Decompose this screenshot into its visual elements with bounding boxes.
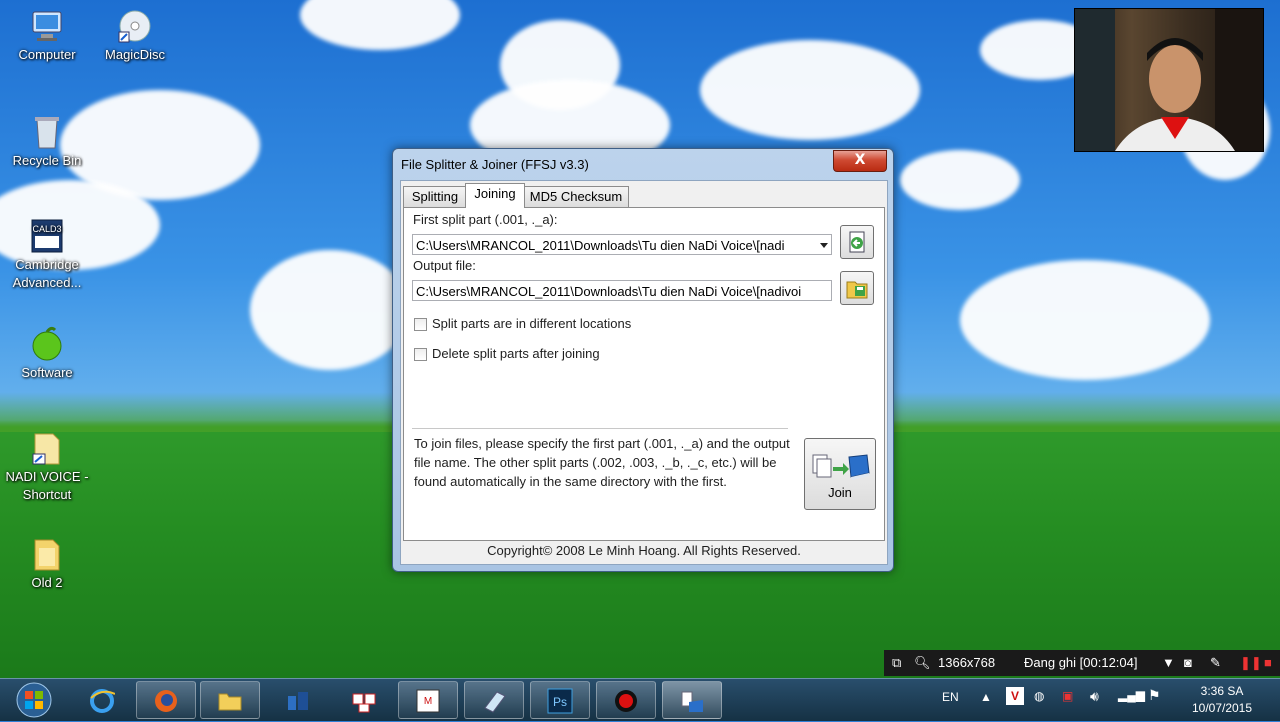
pen-icon[interactable]: ✎ bbox=[1210, 655, 1221, 671]
window-title: File Splitter & Joiner (FFSJ v3.3) bbox=[401, 157, 589, 172]
open-file-icon bbox=[849, 231, 865, 253]
folder-shortcut-icon bbox=[29, 430, 65, 466]
svg-text:CALD3: CALD3 bbox=[32, 224, 61, 234]
different-locations-checkbox[interactable] bbox=[414, 318, 427, 331]
system-tray: EN ▲ V ◍ ▣ 🔊︎ ▂▄▆ ⚑ bbox=[940, 679, 1180, 721]
zoom-icon[interactable]: 🔍︎ bbox=[914, 655, 931, 671]
svg-text:M: M bbox=[424, 696, 432, 707]
folder-icon bbox=[29, 536, 65, 572]
tab-md5-checksum[interactable]: MD5 Checksum bbox=[523, 186, 629, 207]
desktop-icon-computer[interactable]: Computer bbox=[2, 8, 92, 64]
file-explorer-icon bbox=[217, 688, 243, 712]
desktop-icon-label: Computer bbox=[18, 47, 76, 62]
first-part-combobox[interactable]: C:\Users\MRANCOL_2011\Downloads\Tu dien … bbox=[412, 234, 832, 255]
taskbar-clock[interactable]: 3:36 SA 10/07/2015 bbox=[1180, 683, 1264, 717]
disc-icon bbox=[117, 8, 153, 44]
output-file-input[interactable]: C:\Users\MRANCOL_2011\Downloads\Tu dien … bbox=[412, 280, 832, 301]
internet-explorer-icon bbox=[89, 688, 116, 713]
desktop-icon-magicdisc[interactable]: MagicDisc bbox=[90, 8, 180, 64]
device-icon[interactable]: ▣ bbox=[1062, 689, 1073, 703]
dictionary-icon: CALD3 bbox=[29, 218, 65, 254]
desktop-icon-cambridge[interactable]: CALD3 Cambridge Advanced... bbox=[2, 218, 92, 292]
taskbar-photoshop[interactable]: Ps bbox=[530, 681, 590, 719]
desktop-icon-software[interactable]: Software bbox=[2, 326, 92, 382]
network-app-icon bbox=[285, 688, 311, 712]
output-file-label: Output file: bbox=[413, 258, 476, 273]
divider bbox=[412, 428, 788, 429]
recorder-status: Đang ghi [00:12:04] bbox=[1024, 655, 1138, 670]
tab-joining[interactable]: Joining bbox=[465, 183, 525, 208]
screen-recorder-bar: ⧉ 🔍︎ 1366x768 Đang ghi [00:12:04] ▼ ◙ ✎ … bbox=[884, 650, 1280, 676]
join-instructions: To join files, please specify the first … bbox=[414, 436, 790, 489]
taskbar-firefox[interactable] bbox=[136, 681, 196, 719]
join-icon bbox=[812, 454, 870, 480]
close-icon: X bbox=[854, 152, 866, 168]
taskbar-network-app[interactable] bbox=[268, 681, 328, 719]
first-part-label: First split part (.001, ._a): bbox=[413, 212, 558, 227]
record-icon bbox=[613, 688, 639, 712]
restore-icon[interactable]: ⧉ bbox=[892, 655, 901, 671]
close-button[interactable]: X bbox=[833, 150, 887, 172]
join-button-label: Join bbox=[828, 485, 852, 500]
desktop-icon-recycle-bin[interactable]: Recycle Bin bbox=[2, 114, 92, 170]
show-hidden-icons-icon[interactable]: ▲ bbox=[980, 690, 992, 704]
language-indicator[interactable]: EN bbox=[942, 690, 959, 704]
photoshop-icon: Ps bbox=[547, 688, 573, 714]
delete-after-join-label: Delete split parts after joining bbox=[432, 346, 600, 361]
join-button[interactable]: Join bbox=[804, 438, 876, 510]
taskbar: M Ps EN ▲ V ◍ ▣ 🔊︎ ▂▄▆ ⚑ 3:36 SA 10/07/2… bbox=[0, 678, 1280, 721]
windows-logo-icon bbox=[16, 682, 52, 718]
copyright-text: Copyright© 2008 Le Minh Hoang. All Right… bbox=[487, 543, 801, 558]
desktop-icon-nadi-voice[interactable]: NADI VOICE - Shortcut bbox=[2, 430, 92, 504]
signal-icon[interactable]: ▂▄▆ bbox=[1118, 688, 1145, 702]
ffsj-app-icon bbox=[679, 688, 705, 712]
chevron-down-icon[interactable] bbox=[820, 243, 828, 248]
desktop-icon-label: Recycle Bin bbox=[12, 153, 82, 168]
taskbar-dictionary[interactable]: M bbox=[398, 681, 458, 719]
stop-icon[interactable]: ■ bbox=[1264, 655, 1272, 670]
notes-icon bbox=[481, 688, 507, 713]
window-titlebar[interactable]: File Splitter & Joiner (FFSJ v3.3) X bbox=[393, 149, 893, 179]
vietkey-icon[interactable]: V bbox=[1006, 687, 1024, 705]
desktop-icon-label: Cambridge Advanced... bbox=[12, 257, 82, 290]
browse-output-button[interactable] bbox=[840, 271, 874, 305]
taskbar-recorder[interactable] bbox=[596, 681, 656, 719]
computer-icon bbox=[29, 8, 65, 44]
network-globe-icon[interactable]: ◍ bbox=[1034, 689, 1044, 703]
save-folder-icon bbox=[846, 281, 868, 299]
ffsj-window: File Splitter & Joiner (FFSJ v3.3) X Spl… bbox=[392, 148, 894, 572]
desktop-icon-old2[interactable]: Old 2 bbox=[2, 536, 92, 592]
dropdown-icon[interactable]: ▼ bbox=[1162, 655, 1175, 670]
tab-splitting[interactable]: Splitting bbox=[403, 186, 467, 207]
dictionary-app-icon: M bbox=[415, 688, 441, 713]
desktop-icon-label: Old 2 bbox=[31, 575, 63, 590]
pause-icon[interactable]: ❚❚ bbox=[1240, 655, 1262, 671]
taskbar-ffsj[interactable] bbox=[662, 681, 722, 719]
flag-icon[interactable]: ⚑ bbox=[1148, 687, 1161, 704]
recorder-resolution: 1366x768 bbox=[938, 655, 996, 670]
taskbar-explorer[interactable] bbox=[200, 681, 260, 719]
browse-first-part-button[interactable] bbox=[840, 225, 874, 259]
camera-icon[interactable]: ◙ bbox=[1184, 655, 1192, 670]
keyboard-app-icon bbox=[351, 688, 377, 713]
apple-icon bbox=[29, 326, 65, 362]
different-locations-label: Split parts are in different locations bbox=[432, 316, 632, 331]
recycle-bin-icon bbox=[29, 114, 65, 150]
desktop-icon-label: MagicDisc bbox=[105, 47, 165, 62]
start-button[interactable] bbox=[8, 681, 60, 719]
window-client-area: Splitting Joining MD5 Checksum First spl… bbox=[400, 180, 888, 565]
clock-date: 10/07/2015 bbox=[1191, 701, 1253, 715]
delete-after-join-checkbox[interactable] bbox=[414, 348, 427, 361]
taskbar-ie[interactable] bbox=[72, 681, 132, 719]
joining-panel: First split part (.001, ._a): C:\Users\M… bbox=[403, 207, 885, 541]
firefox-icon bbox=[153, 688, 179, 712]
desktop-icon-label: NADI VOICE - Shortcut bbox=[5, 469, 89, 502]
taskbar-notes[interactable] bbox=[464, 681, 524, 719]
clock-time: 3:36 SA bbox=[1200, 684, 1244, 698]
taskbar-keyboard-app[interactable] bbox=[334, 681, 394, 719]
volume-icon[interactable]: 🔊︎ bbox=[1090, 688, 1099, 705]
svg-text:Ps: Ps bbox=[553, 695, 567, 709]
webcam-overlay bbox=[1074, 8, 1264, 152]
desktop-icon-label: Software bbox=[21, 365, 73, 380]
